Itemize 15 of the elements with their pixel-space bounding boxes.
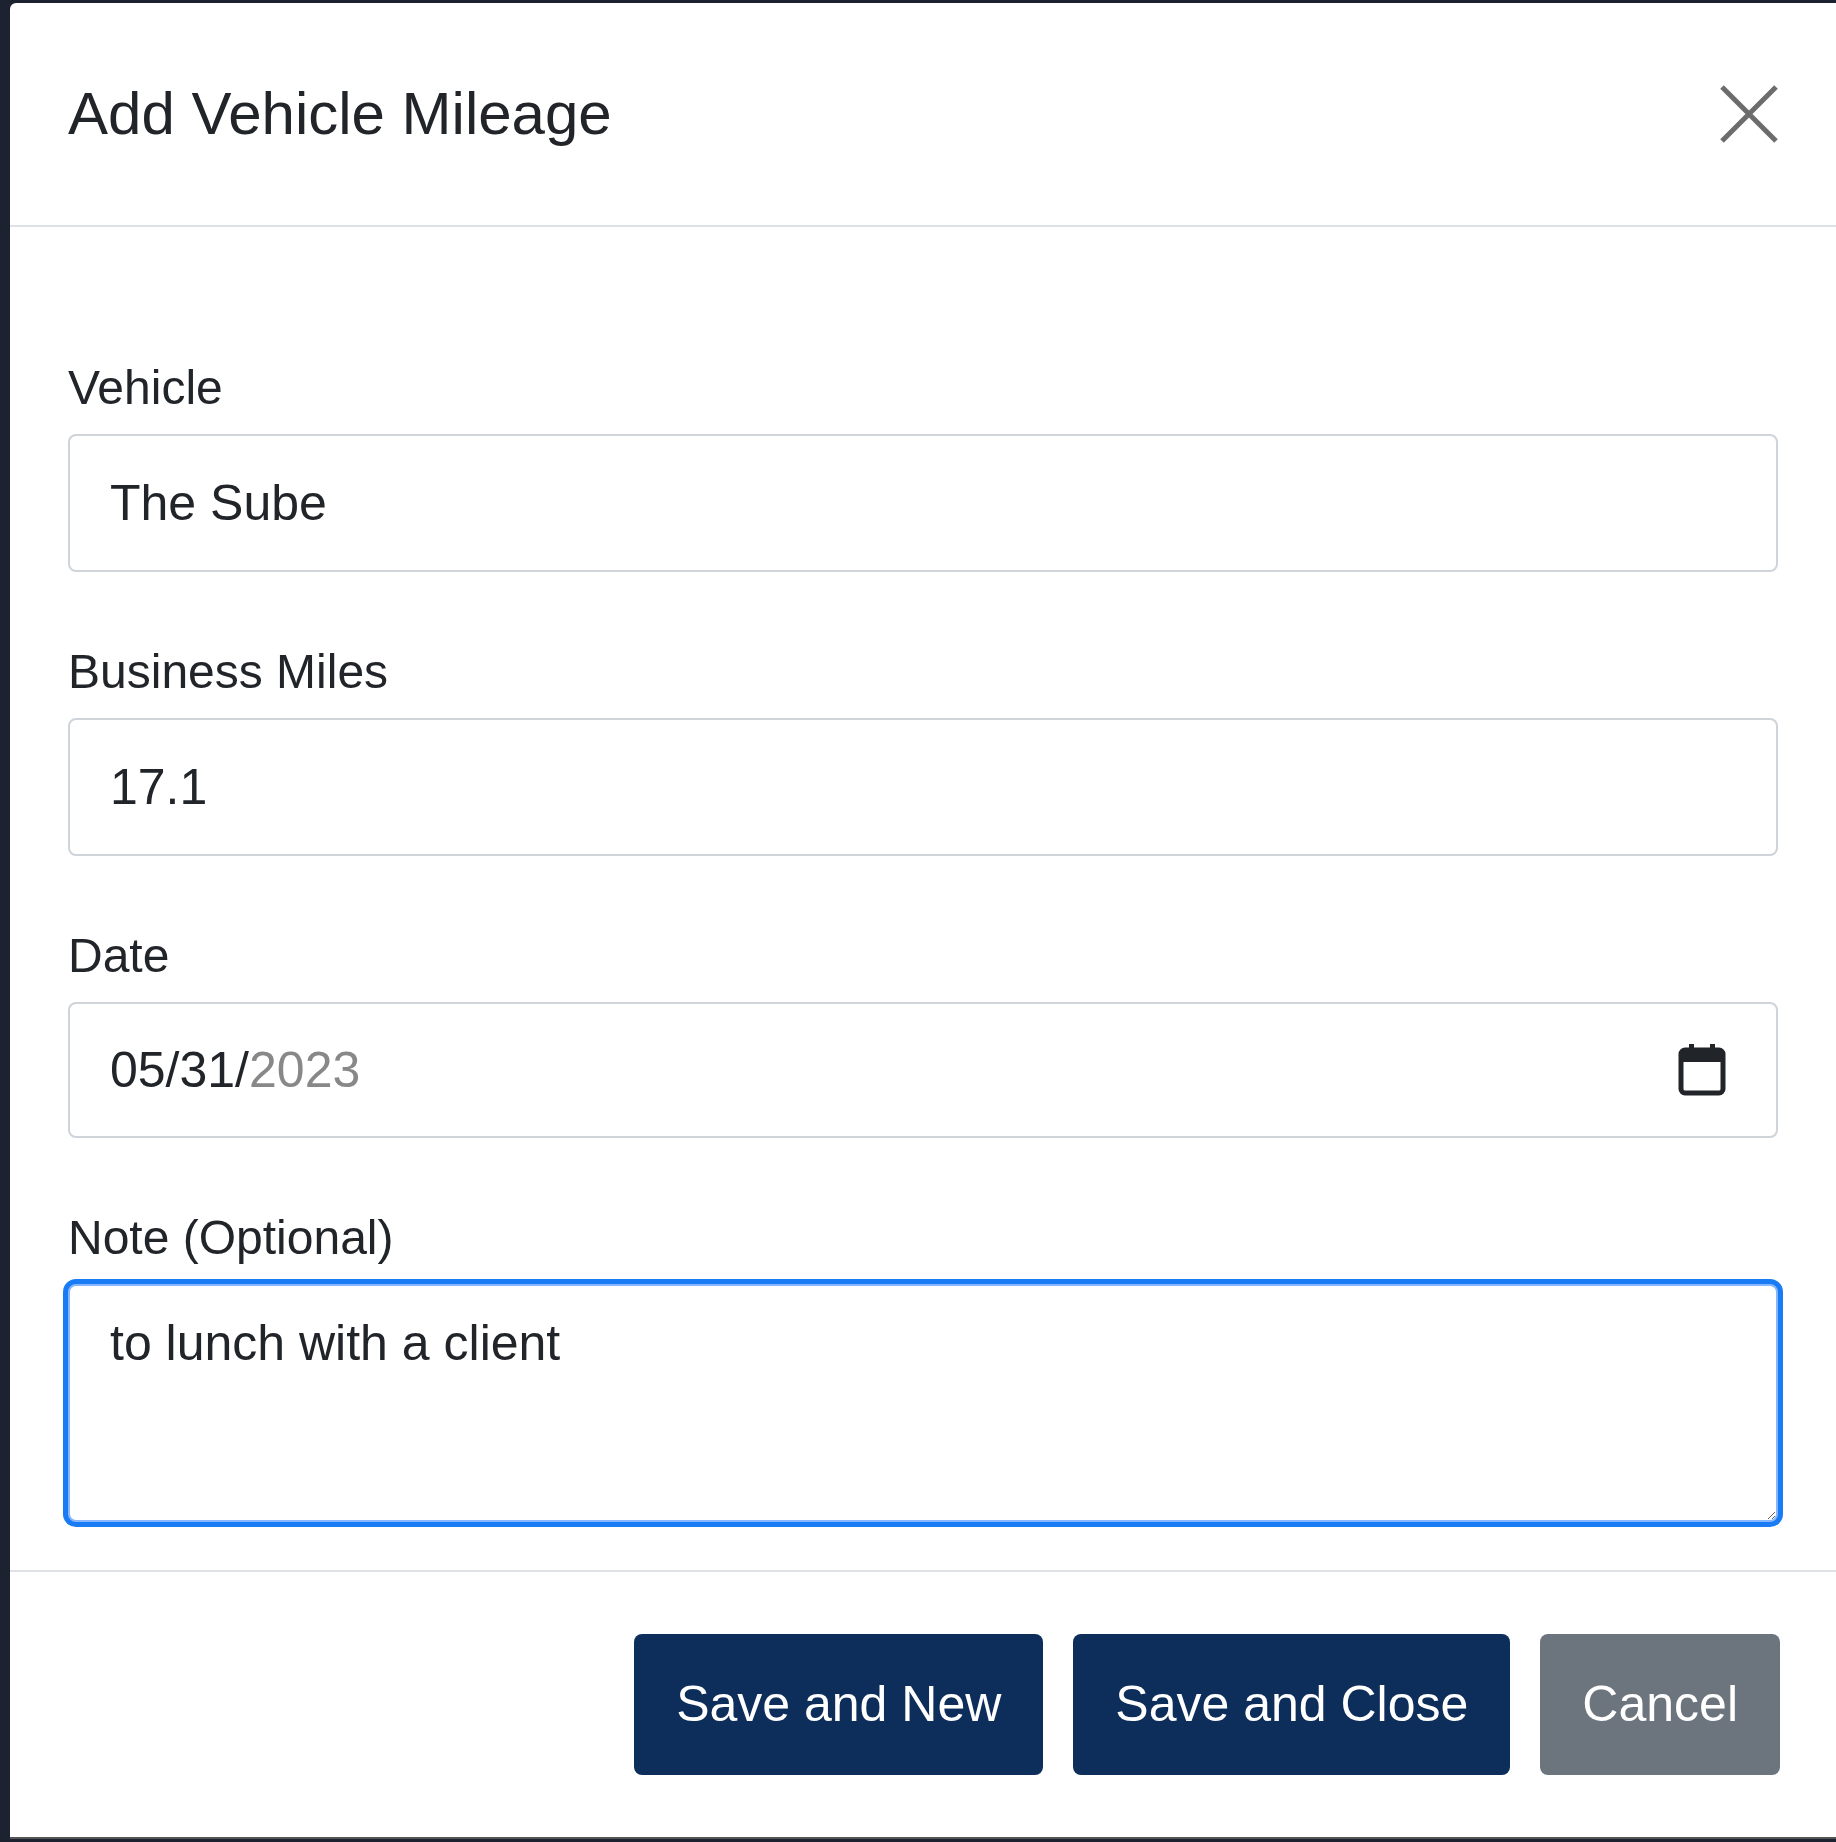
dialog-button[interactable]: Save and New bbox=[634, 1634, 1044, 1775]
dialog-button[interactable]: Cancel bbox=[1540, 1634, 1780, 1775]
note-field[interactable]: to lunch with a client bbox=[68, 1284, 1778, 1522]
date-field[interactable]: 05/31/2023 bbox=[68, 1002, 1778, 1138]
close-icon[interactable] bbox=[1718, 83, 1780, 145]
field-label: Vehicle bbox=[68, 360, 224, 416]
field-label: Business Miles bbox=[68, 644, 390, 700]
date-value: 05/31/2023 bbox=[110, 1040, 361, 1100]
field-label: Note (Optional) bbox=[68, 1210, 395, 1266]
field-label: Date bbox=[68, 928, 171, 984]
dialog-button[interactable]: Save and Close bbox=[1073, 1634, 1511, 1775]
text-field[interactable]: The Sube bbox=[68, 434, 1778, 572]
text-field[interactable]: 17.1 bbox=[68, 718, 1778, 856]
calendar-icon[interactable] bbox=[1678, 1044, 1726, 1096]
dialog-title: Add Vehicle Mileage bbox=[68, 79, 612, 149]
